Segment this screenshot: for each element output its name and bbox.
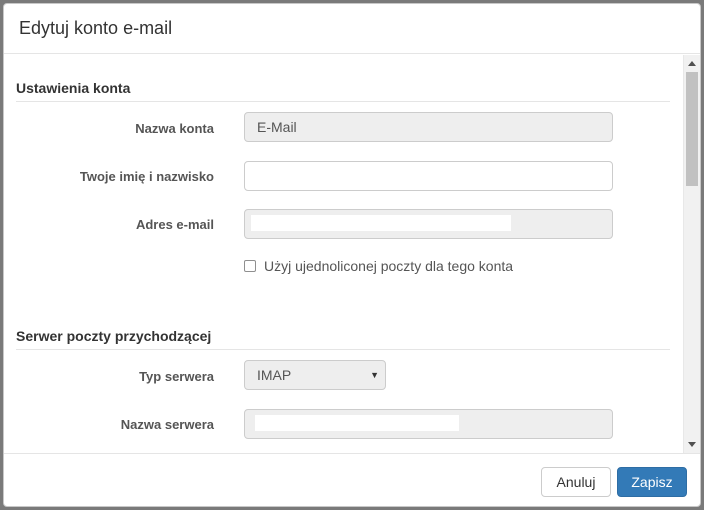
server-name-label: Nazwa serwera (120, 417, 214, 432)
unified-mail-checkbox-row[interactable]: Użyj ujednoliconej poczty dla tego konta (244, 257, 513, 275)
dialog-header: Edytuj konto e-mail (4, 4, 700, 54)
server-name-input[interactable] (244, 409, 613, 439)
unified-mail-checkbox[interactable] (244, 260, 256, 272)
scrollbar-thumb[interactable] (686, 72, 698, 186)
scroll-down-arrow-icon[interactable] (688, 442, 696, 447)
redacted-value (251, 215, 511, 231)
dialog-body[interactable]: Ustawienia konta Nazwa konta E-Mail Twoj… (4, 55, 700, 453)
section-divider (16, 101, 670, 102)
dialog-title: Edytuj konto e-mail (19, 18, 173, 38)
account-name-input[interactable]: E-Mail (244, 112, 613, 142)
unified-mail-label: Użyj ujednoliconej poczty dla tego konta (264, 258, 514, 274)
vertical-scrollbar[interactable] (683, 55, 700, 453)
server-type-select[interactable]: IMAP ▼ (244, 360, 386, 390)
cancel-button[interactable]: Anuluj (541, 467, 611, 497)
section-title-incoming-server: Serwer poczty przychodzącej (16, 328, 212, 344)
server-type-label: Typ serwera (139, 369, 214, 384)
email-address-label: Adres e-mail (135, 217, 214, 232)
email-address-input[interactable] (244, 209, 613, 239)
scroll-up-arrow-icon[interactable] (688, 61, 696, 66)
dialog-footer: Anuluj Zapisz (4, 453, 700, 506)
account-name-label: Nazwa konta (135, 121, 214, 136)
section-divider (16, 349, 670, 350)
section-title-account-settings: Ustawienia konta (16, 80, 131, 96)
redacted-value (255, 415, 459, 431)
edit-email-account-dialog: Edytuj konto e-mail Ustawienia konta Naz… (3, 3, 701, 507)
server-type-value: IMAP (257, 367, 292, 383)
caret-down-icon: ▼ (370, 370, 379, 380)
full-name-label: Twoje imię i nazwisko (79, 169, 214, 184)
full-name-input[interactable] (244, 161, 613, 191)
save-button[interactable]: Zapisz (617, 467, 687, 497)
